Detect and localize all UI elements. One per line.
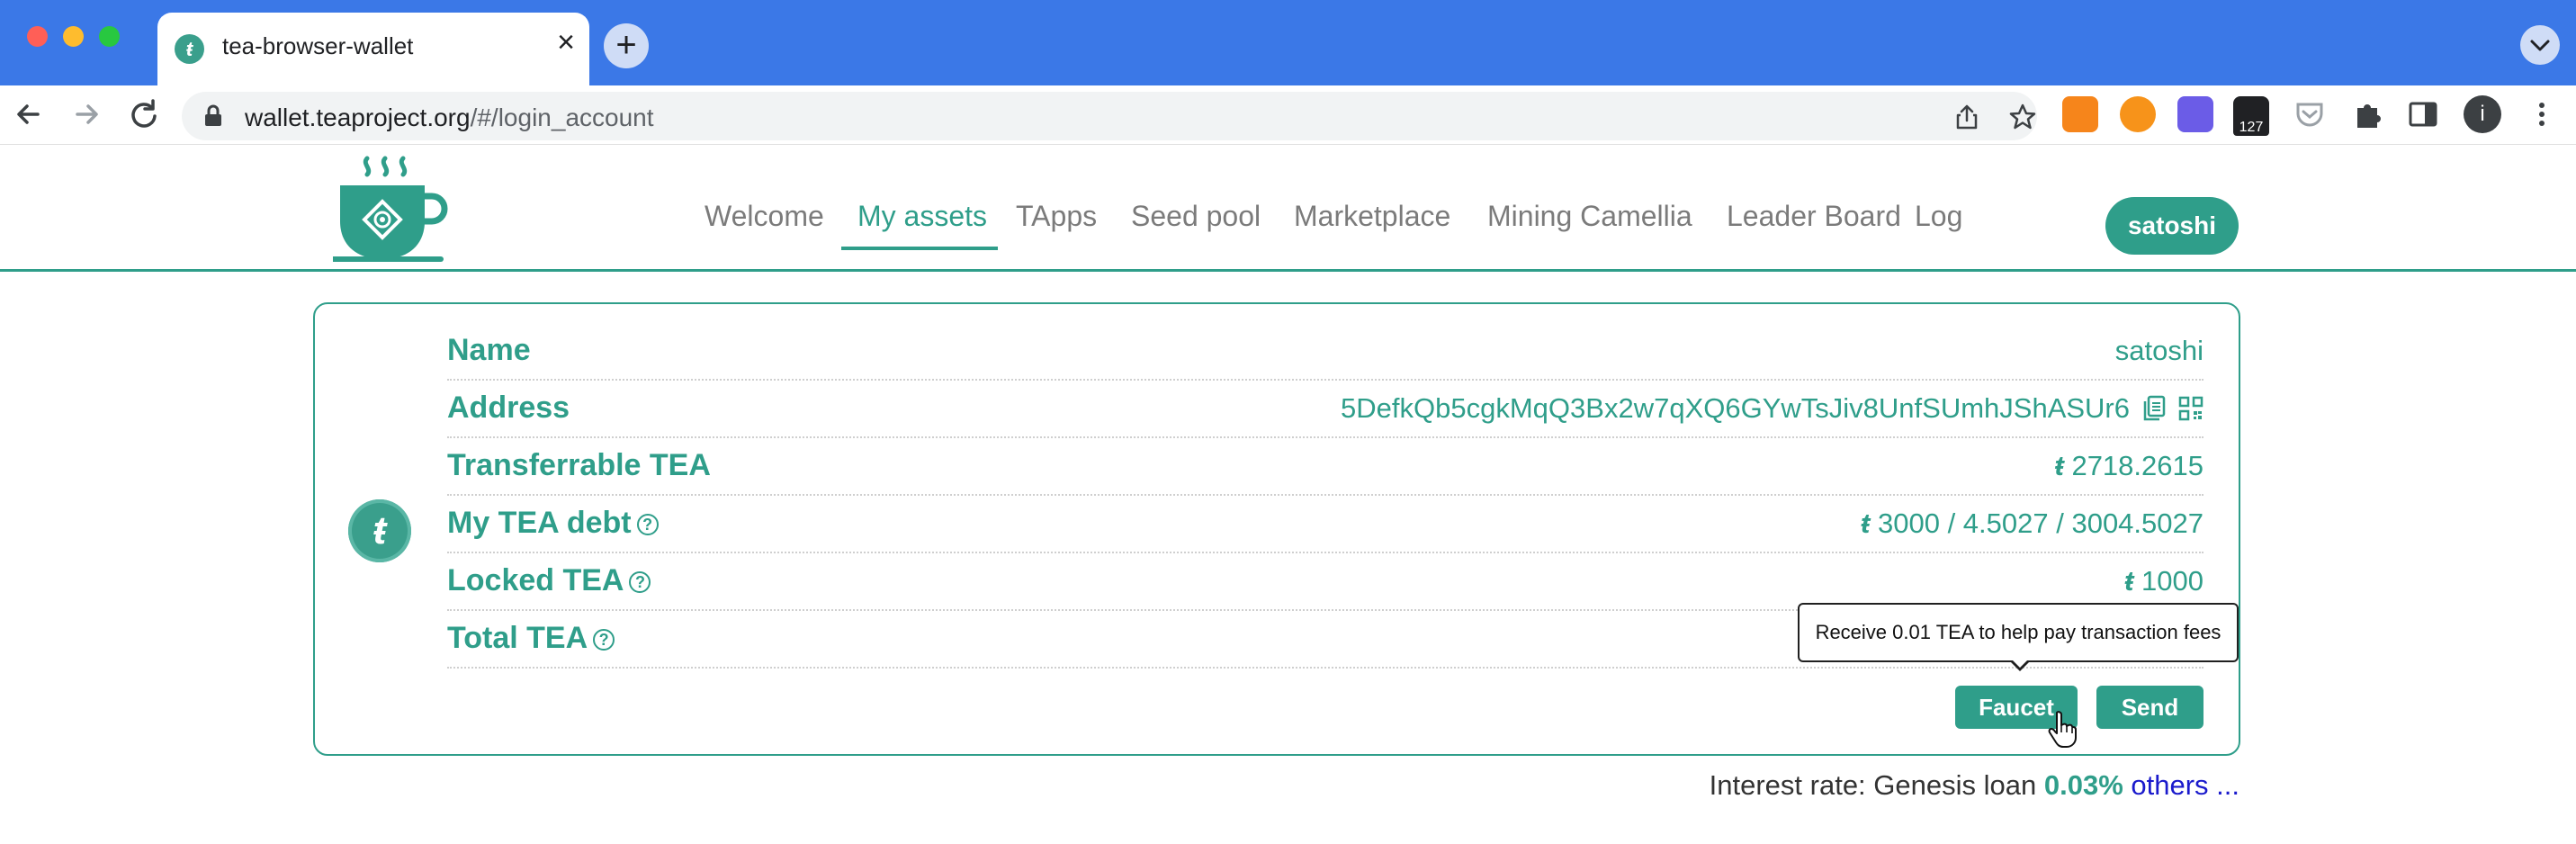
reload-icon[interactable] <box>124 94 164 134</box>
tab-close-icon[interactable]: × <box>557 27 575 58</box>
tab-search-button[interactable] <box>2520 25 2560 65</box>
tooltip-arrow-fill <box>2011 659 2029 668</box>
close-window-button[interactable] <box>27 26 48 47</box>
bookmark-star-icon[interactable] <box>2008 103 2037 131</box>
name-value: satoshi <box>2115 335 2204 367</box>
tea-favicon-icon: ŧ <box>175 34 204 64</box>
nav-welcome[interactable]: Welcome <box>705 200 824 233</box>
puzzle-extensions-icon[interactable] <box>2350 97 2384 131</box>
active-nav-underline <box>841 247 998 250</box>
chevron-down-icon <box>2530 40 2550 51</box>
row-name: Name satoshi <box>447 322 2204 381</box>
back-arrow-icon[interactable] <box>9 94 49 134</box>
header-divider <box>0 269 2576 272</box>
interest-rate-value: 0.03% <box>2043 769 2123 801</box>
help-icon[interactable]: ? <box>629 571 651 594</box>
transferrable-value: ŧ 2718.2615 <box>2055 450 2204 482</box>
minimize-window-button[interactable] <box>63 26 84 47</box>
help-icon[interactable]: ? <box>636 514 659 536</box>
interest-rate-line: Interest rate: Genesis loan 0.03% others… <box>1710 769 2239 802</box>
profile-avatar[interactable]: i <box>2464 95 2501 133</box>
nav-mining-camellia[interactable]: Mining Camellia <box>1487 200 1692 233</box>
nav-tapps[interactable]: TApps <box>1016 200 1097 233</box>
pocket-icon[interactable] <box>2293 97 2327 131</box>
toolbar-divider <box>0 144 2576 145</box>
address-bar[interactable]: wallet.teaproject.org/#/login_account <box>182 92 2037 140</box>
faucet-tooltip: Receive 0.01 TEA to help pay transaction… <box>1798 603 2239 662</box>
transferrable-amount: 2718.2615 <box>2071 450 2204 481</box>
k-extension-icon[interactable] <box>2177 96 2213 132</box>
others-link[interactable]: others ... <box>2131 769 2239 801</box>
hand-pointer-cursor-icon <box>2048 711 2077 748</box>
nav-log[interactable]: Log <box>1915 200 1962 233</box>
metamask-extension-icon[interactable] <box>2062 96 2098 132</box>
extension-badge: 127 <box>2233 120 2269 136</box>
address-value: 5DefkQb5cgkMqQ3Bx2w7qXQ6GYwTsJiv8UnfSUmh… <box>1341 392 2204 425</box>
debt-label: My TEA debt? <box>447 506 659 541</box>
name-value-text: satoshi <box>2114 335 2204 366</box>
url-path: /#/login_account <box>470 103 654 131</box>
tea-coin-icon: ŧ <box>348 499 411 562</box>
url-text[interactable]: wallet.teaproject.org/#/login_account <box>245 103 654 132</box>
address-value-text: 5DefkQb5cgkMqQ3Bx2w7qXQ6GYwTsJiv8UnfSUmh… <box>1341 392 2130 424</box>
lock-icon[interactable] <box>203 104 223 128</box>
interest-prefix: Interest rate: Genesis loan <box>1709 769 2037 801</box>
row-address: Address 5DefkQb5cgkMqQ3Bx2w7qXQ6GYwTsJiv… <box>447 380 2204 438</box>
send-button[interactable]: Send <box>2096 686 2204 729</box>
total-label: Total TEA? <box>447 621 615 656</box>
tab-title: tea-browser-wallet <box>222 32 414 59</box>
counter-extension-icon[interactable]: 127 <box>2233 96 2269 136</box>
user-account-button[interactable]: satoshi <box>2105 197 2239 255</box>
debt-amount: 3000 / 4.5027 / 3004.5027 <box>1878 507 2204 539</box>
kebab-menu-icon[interactable] <box>2528 97 2555 131</box>
address-label: Address <box>447 391 570 425</box>
help-icon[interactable]: ? <box>593 629 615 651</box>
debt-value: ŧ 3000 / 4.5027 / 3004.5027 <box>1861 507 2204 540</box>
share-icon[interactable] <box>1952 103 1981 131</box>
copy-icon[interactable] <box>2142 395 2166 422</box>
side-panel-icon[interactable] <box>2406 97 2440 131</box>
locked-amount: 1000 <box>2141 565 2204 597</box>
nav-seed-pool[interactable]: Seed pool <box>1131 200 1261 233</box>
tea-symbol: ŧ <box>2054 450 2064 481</box>
new-tab-button[interactable]: + <box>604 23 649 68</box>
debt-label-text: My TEA debt <box>447 506 632 540</box>
nav-marketplace[interactable]: Marketplace <box>1294 200 1450 233</box>
tea-cup-logo[interactable] <box>333 153 450 263</box>
tea-symbol: ŧ <box>1861 507 1871 539</box>
locked-value: ŧ 1000 <box>2124 565 2204 597</box>
nav-my-assets[interactable]: My assets <box>857 200 987 233</box>
locked-label-text: Locked TEA <box>447 563 624 597</box>
row-debt: My TEA debt? ŧ 3000 / 4.5027 / 3004.5027 <box>447 495 2204 553</box>
nav-leader-board[interactable]: Leader Board <box>1727 200 1901 233</box>
transferrable-label: Transferrable TEA <box>447 448 711 482</box>
tea-symbol: ŧ <box>2124 565 2134 597</box>
total-label-text: Total TEA <box>447 621 588 655</box>
maximize-window-button[interactable] <box>99 26 120 47</box>
locked-label: Locked TEA? <box>447 563 651 598</box>
qr-code-icon[interactable] <box>2178 396 2204 421</box>
row-transferrable: Transferrable TEA ŧ 2718.2615 <box>447 437 2204 496</box>
p-extension-icon[interactable] <box>2120 96 2156 132</box>
browser-tab-strip: ŧ tea-browser-wallet × + <box>0 0 2576 85</box>
url-host: wallet.teaproject.org <box>245 103 471 131</box>
browser-tab-active[interactable]: ŧ tea-browser-wallet × <box>157 13 589 85</box>
name-label: Name <box>447 333 531 367</box>
forward-arrow-icon[interactable] <box>67 94 106 134</box>
